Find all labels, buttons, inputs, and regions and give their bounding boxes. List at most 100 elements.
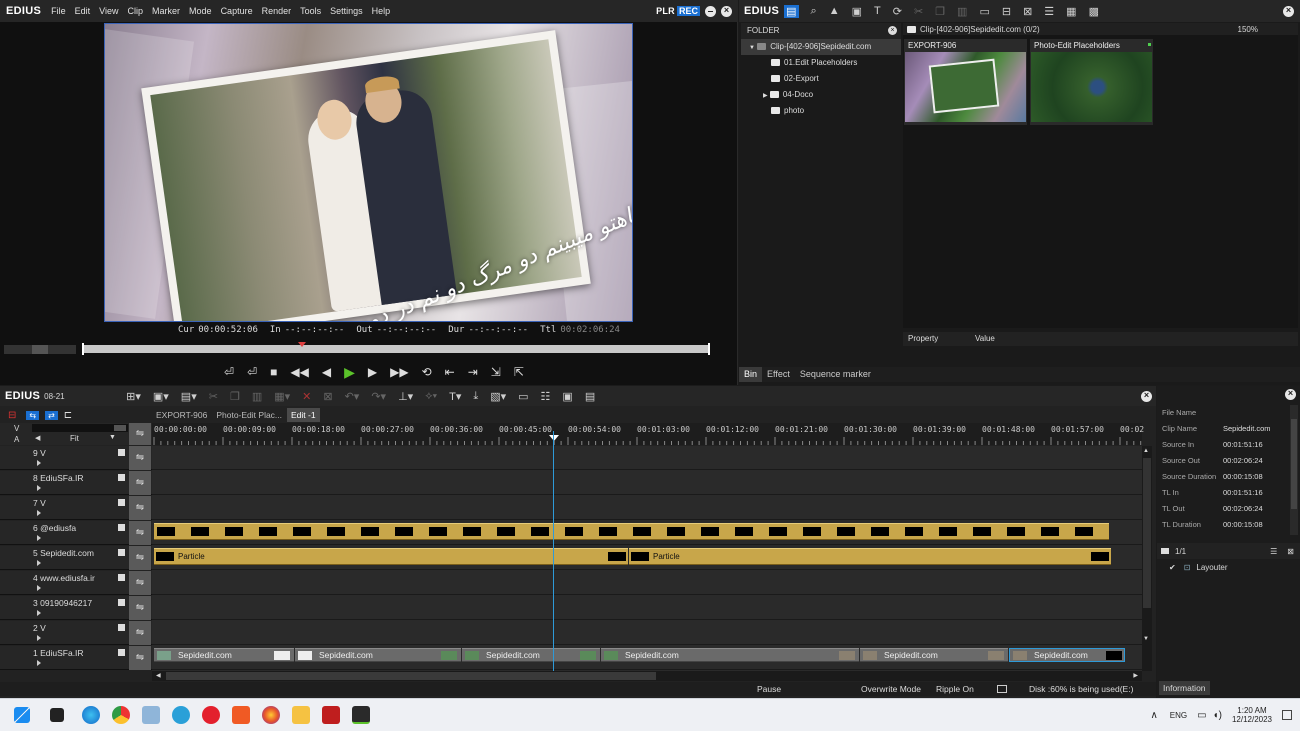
sepidedit-clip-2[interactable]: Sepidedit.com: [295, 648, 461, 662]
file-explorer-icon[interactable]: [292, 706, 310, 724]
play-icon[interactable]: ▶: [344, 365, 355, 379]
network-icon[interactable]: ▭: [1197, 710, 1206, 721]
sepidedit-clip-6-selected[interactable]: Sepidedit.com: [1009, 648, 1125, 662]
track-header[interactable]: 2 V ⇋: [0, 621, 152, 645]
tab-export-906[interactable]: EXPORT-906: [152, 408, 211, 422]
track-expand-icon[interactable]: [37, 460, 41, 466]
set-in-icon[interactable]: ⏎: [224, 366, 234, 378]
opera-icon[interactable]: [202, 706, 220, 724]
windows-start-icon[interactable]: [14, 707, 30, 723]
menu-clip[interactable]: Clip: [128, 6, 144, 16]
track-visibility-icon[interactable]: [118, 449, 125, 456]
tree-item-edit-placeholders[interactable]: 01.Edit Placeholders: [741, 55, 901, 71]
menu-file[interactable]: File: [51, 6, 66, 16]
sepidedit-clip-4[interactable]: Sepidedit.com: [601, 648, 859, 662]
fit-dropdown-icon[interactable]: ▼: [109, 434, 116, 441]
track-header[interactable]: 4 www.ediusfa.ir ⇋: [0, 571, 152, 595]
step-forward-icon[interactable]: ▶: [368, 366, 377, 378]
menu-help[interactable]: Help: [372, 6, 391, 16]
track-lane-8[interactable]: [152, 471, 1142, 495]
track-lane-9[interactable]: [152, 446, 1142, 470]
menu-marker[interactable]: Marker: [152, 6, 180, 16]
sepidedit-clip-3[interactable]: Sepidedit.com: [462, 648, 600, 662]
tab-sequence-marker[interactable]: Sequence marker: [795, 367, 876, 382]
sync-mode-icon[interactable]: ⇄: [45, 410, 58, 420]
track-sync-icon[interactable]: ⇋: [129, 546, 151, 570]
delete-icon[interactable]: ✕: [302, 390, 311, 403]
track-lane-4[interactable]: [152, 571, 1142, 595]
cut-icon[interactable]: ✂: [914, 5, 923, 18]
sepidedit-clip-5[interactable]: Sepidedit.com: [860, 648, 1008, 662]
timeline-close-icon[interactable]: ×: [1141, 390, 1152, 402]
snap-icon[interactable]: ⟡▾: [425, 390, 437, 403]
rec-button[interactable]: REC: [676, 6, 700, 16]
bin-close-icon[interactable]: ×: [1283, 5, 1294, 17]
tree-item-export[interactable]: 02-Export: [741, 71, 901, 87]
rewind-icon[interactable]: ◀◀: [290, 366, 308, 378]
ripple-delete-icon[interactable]: ⊠: [323, 390, 332, 403]
sepidedit-clip-1[interactable]: Sepidedit.com: [154, 648, 294, 662]
folder-view-icon[interactable]: ▤: [784, 4, 799, 18]
volume-icon[interactable]: ◖): [1213, 710, 1222, 721]
track-visibility-icon[interactable]: [118, 474, 125, 481]
track-sync-icon[interactable]: ⇋: [129, 446, 151, 470]
track-sync-icon[interactable]: ⇋: [129, 496, 151, 520]
track-visibility-icon[interactable]: [118, 499, 125, 506]
multicam-icon[interactable]: ▣: [562, 390, 572, 403]
delete-icon[interactable]: ▥: [957, 5, 967, 18]
title-icon[interactable]: T▾: [449, 390, 461, 403]
info-close-icon[interactable]: ×: [1285, 388, 1296, 400]
track-lane-3[interactable]: [152, 596, 1142, 620]
replace-icon[interactable]: ▦▾: [274, 390, 290, 403]
track-mode-icon[interactable]: ⊟: [8, 410, 16, 421]
track-lane-6[interactable]: [152, 521, 1142, 545]
tree-item-photo[interactable]: photo: [741, 103, 901, 119]
next-edit-icon[interactable]: ⇥: [468, 366, 478, 378]
up-folder-icon[interactable]: ▲: [829, 5, 840, 17]
title-icon[interactable]: T: [874, 5, 881, 17]
menu-tools[interactable]: Tools: [300, 6, 321, 16]
track-lane-2[interactable]: [152, 621, 1142, 645]
tray-chevron-icon[interactable]: ∧: [1150, 710, 1157, 721]
edge-icon[interactable]: [82, 706, 100, 724]
tab-effect[interactable]: Effect: [762, 367, 795, 382]
brave-icon[interactable]: [232, 706, 250, 724]
list-view-icon[interactable]: ☰: [1044, 5, 1054, 18]
track-sync-icon[interactable]: ⇋: [129, 646, 151, 670]
checkbox-icon[interactable]: ✔: [1169, 563, 1176, 572]
track-expand-icon[interactable]: [37, 610, 41, 616]
loop-icon[interactable]: ⟲: [422, 366, 432, 378]
sync-icon[interactable]: ⟳: [893, 5, 902, 18]
menu-render[interactable]: Render: [262, 6, 292, 16]
track-header[interactable]: 6 @ediusfa ⇋: [0, 521, 152, 545]
menu-mode[interactable]: Mode: [189, 6, 212, 16]
sequence-settings-icon[interactable]: ▭: [518, 390, 528, 403]
scrub-playhead[interactable]: [297, 342, 306, 347]
track-header[interactable]: 1 EdiuSFa.IR ⇋: [0, 646, 152, 670]
layer-item[interactable]: ✔ ⊡ Layouter: [1169, 563, 1228, 572]
timeline-ruler[interactable]: 00:00:00:00 00:00:09:00 00:00:18:00 00:00:2…: [152, 423, 1144, 445]
open-folder-icon[interactable]: ▣: [852, 5, 862, 18]
storyboard-icon[interactable]: ▤: [585, 390, 595, 403]
track-height-bar[interactable]: [32, 424, 128, 432]
export-icon[interactable]: ⇱: [514, 366, 524, 378]
tab-photo-edit[interactable]: Photo-Edit Plac...: [212, 408, 286, 422]
filmstrip-clip[interactable]: [154, 523, 1109, 540]
grid-view-icon[interactable]: ▦: [1066, 5, 1076, 18]
group-mode-icon[interactable]: ⊏: [64, 410, 72, 421]
tab-bin[interactable]: Bin: [739, 367, 763, 382]
tab-information[interactable]: Information: [1159, 681, 1210, 695]
track-sync-icon[interactable]: ⇋: [129, 471, 151, 495]
firefox-icon[interactable]: [262, 706, 280, 724]
tab-edit-1[interactable]: Edit -1: [287, 408, 320, 422]
track-sync-icon[interactable]: ⇋: [129, 621, 151, 645]
close-icon[interactable]: ×: [721, 5, 732, 17]
menu-capture[interactable]: Capture: [221, 6, 253, 16]
track-expand-icon[interactable]: [37, 560, 41, 566]
telegram-icon[interactable]: [172, 706, 190, 724]
sync-all-icon[interactable]: ⇋: [129, 423, 151, 445]
position-bar[interactable]: [82, 345, 710, 353]
layer-menu-icon[interactable]: ☰: [1270, 547, 1277, 556]
export-icon[interactable]: ⤓: [473, 390, 478, 403]
insert-icon[interactable]: ⇲: [491, 366, 501, 378]
